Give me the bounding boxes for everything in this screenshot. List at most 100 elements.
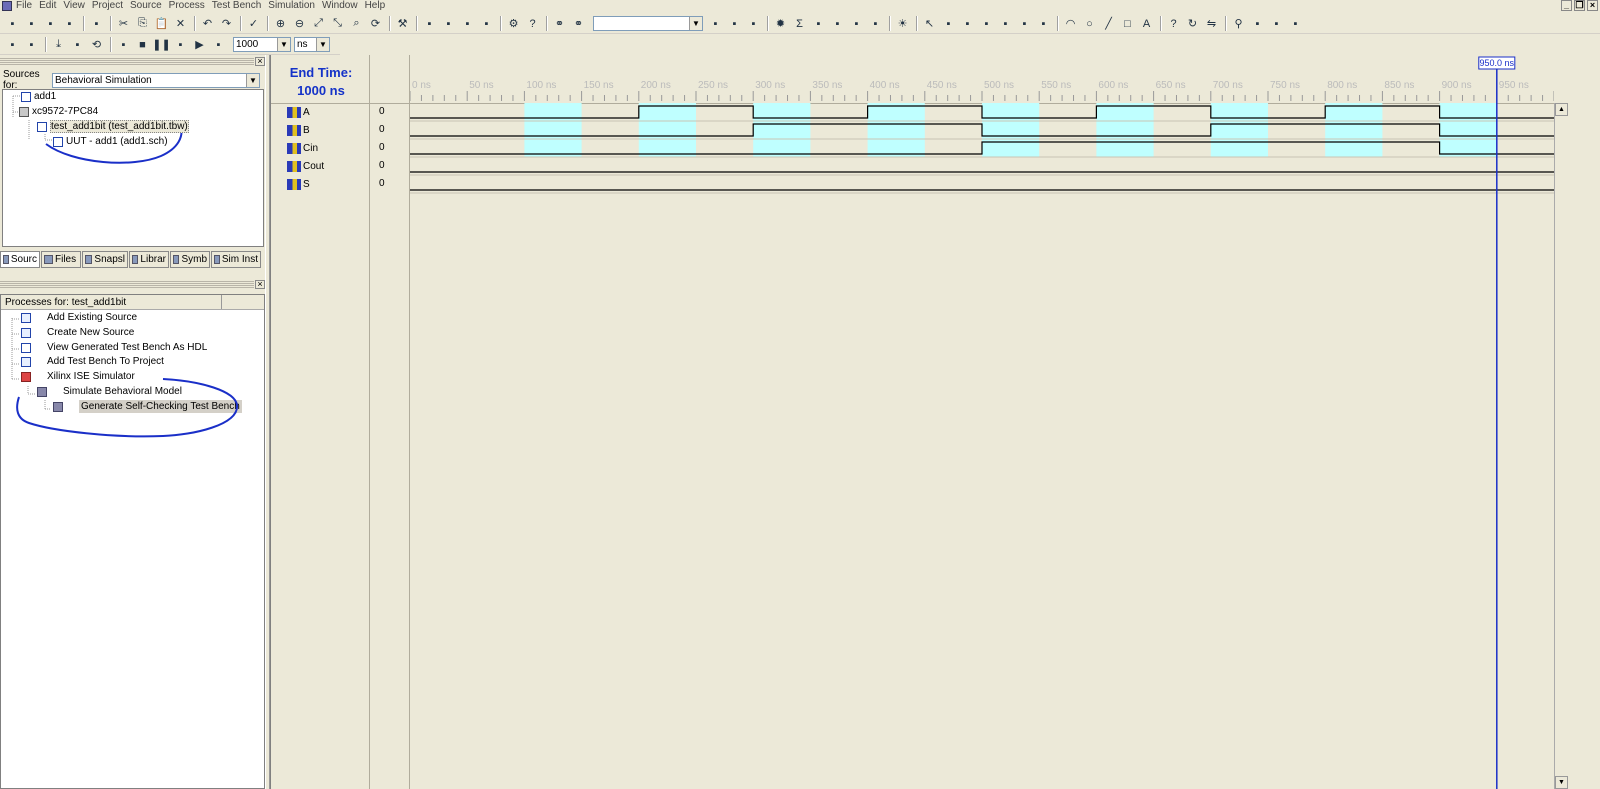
menu-item-project[interactable]: Project bbox=[92, 0, 123, 12]
signal-name[interactable]: S bbox=[287, 175, 310, 193]
processes-panel-grip[interactable] bbox=[0, 281, 254, 289]
menu-item-simulation[interactable]: Simulation bbox=[268, 0, 315, 12]
probe-icon[interactable]: ⚲ bbox=[1230, 16, 1247, 32]
chevron-down-icon[interactable]: ▼ bbox=[689, 17, 702, 30]
net-b-icon[interactable]: ▪ bbox=[829, 16, 846, 32]
net-d-icon[interactable]: ▪ bbox=[867, 16, 884, 32]
signal-name[interactable]: Cout bbox=[287, 157, 324, 175]
menu-item-test-bench[interactable]: Test Bench bbox=[212, 0, 261, 12]
sym-c-icon[interactable]: ▪ bbox=[1287, 16, 1304, 32]
port-icon[interactable]: ▪ bbox=[1016, 16, 1033, 32]
zoom-fit-icon[interactable]: ⤢ bbox=[310, 16, 327, 32]
menu-item-window[interactable]: Window bbox=[322, 0, 358, 12]
net-a-icon[interactable]: ▪ bbox=[810, 16, 827, 32]
question-icon[interactable]: ? bbox=[1165, 16, 1182, 32]
menu-item-edit[interactable]: Edit bbox=[39, 0, 56, 12]
cascade-icon[interactable]: ▪ bbox=[421, 16, 438, 32]
sym-a-icon[interactable]: ▪ bbox=[1249, 16, 1266, 32]
line-icon[interactable]: ╱ bbox=[1100, 16, 1117, 32]
refresh-icon[interactable]: ⟳ bbox=[367, 16, 384, 32]
rect-icon[interactable]: □ bbox=[1119, 16, 1136, 32]
scroll-down-icon[interactable]: ▼ bbox=[1555, 776, 1568, 789]
zoom-full-icon[interactable]: ⤡ bbox=[329, 16, 346, 32]
find-icon[interactable]: ⌕ bbox=[348, 16, 365, 32]
rotate-icon[interactable]: ↻ bbox=[1184, 16, 1201, 32]
zoom-in-icon[interactable]: ⊕ bbox=[272, 16, 289, 32]
label-icon[interactable]: ▪ bbox=[959, 16, 976, 32]
run-for-icon[interactable]: ▪ bbox=[172, 37, 189, 53]
doc-check-icon[interactable]: ▪ bbox=[745, 16, 762, 32]
net-c-icon[interactable]: ▪ bbox=[848, 16, 865, 32]
toolbar-combo[interactable]: ▼ bbox=[593, 16, 703, 31]
menu-item-source[interactable]: Source bbox=[130, 0, 162, 12]
open-icon[interactable]: ▪ bbox=[23, 16, 40, 32]
vertical-scrollbar[interactable]: ▲ ▼ bbox=[1554, 103, 1568, 789]
sim-time-input[interactable]: 1000 ▼ bbox=[233, 37, 291, 52]
bulb-icon[interactable]: ☀ bbox=[894, 16, 911, 32]
run-back-icon[interactable]: ▪ bbox=[115, 37, 132, 53]
stop-icon[interactable]: ■ bbox=[134, 37, 151, 53]
sources-close-icon[interactable]: × bbox=[255, 57, 265, 66]
source-tree-item[interactable]: xc9572-7PC84 bbox=[19, 105, 98, 118]
process-item[interactable]: View Generated Test Bench As HDL bbox=[47, 341, 207, 354]
circle-icon[interactable]: ○ bbox=[1081, 16, 1098, 32]
copy-icon[interactable]: ⎘ bbox=[134, 16, 151, 32]
close-icon[interactable]: × bbox=[1587, 0, 1598, 11]
tab-sim-inst[interactable]: Sim Inst bbox=[211, 251, 261, 268]
pointer-icon[interactable]: ↖ bbox=[921, 16, 938, 32]
wire-icon[interactable]: ▪ bbox=[940, 16, 957, 32]
tab-symb[interactable]: Symb bbox=[170, 251, 210, 268]
menu-item-help[interactable]: Help bbox=[365, 0, 386, 12]
signal-name[interactable]: B bbox=[287, 121, 310, 139]
signal-name[interactable]: A bbox=[287, 103, 310, 121]
paste-icon[interactable]: 📋 bbox=[153, 16, 170, 32]
pause-icon[interactable]: ❚❚ bbox=[152, 37, 170, 53]
process-item[interactable]: Add Test Bench To Project bbox=[47, 355, 164, 368]
sigma-icon[interactable]: Σ bbox=[791, 16, 808, 32]
doc-b-icon[interactable]: ▪ bbox=[726, 16, 743, 32]
process-item[interactable]: Create New Source bbox=[47, 326, 134, 339]
source-tree-item[interactable]: add1 bbox=[21, 90, 56, 103]
delete-icon[interactable]: ✕ bbox=[172, 16, 189, 32]
menu-item-process[interactable]: Process bbox=[169, 0, 205, 12]
step-time-icon[interactable]: ▪ bbox=[210, 37, 227, 53]
text-icon[interactable]: A bbox=[1138, 16, 1155, 32]
redo-icon[interactable]: ↷ bbox=[218, 16, 235, 32]
tile-v-icon[interactable]: ▪ bbox=[459, 16, 476, 32]
tile-h-icon[interactable]: ▪ bbox=[440, 16, 457, 32]
step-over-icon[interactable]: ▪ bbox=[23, 37, 40, 53]
arc-icon[interactable]: ◠ bbox=[1062, 16, 1079, 32]
menu-item-view[interactable]: View bbox=[63, 0, 85, 12]
save-icon[interactable]: ▪ bbox=[42, 16, 59, 32]
new-file-icon[interactable]: ▪ bbox=[4, 16, 21, 32]
chevron-down-icon[interactable]: ▼ bbox=[316, 38, 329, 51]
sources-mode-select[interactable]: Behavioral Simulation ▼ bbox=[52, 72, 260, 88]
sym-b-icon[interactable]: ▪ bbox=[1268, 16, 1285, 32]
minimize-icon[interactable]: _ bbox=[1561, 0, 1572, 11]
tab-sourc[interactable]: Sourc bbox=[0, 251, 40, 268]
step-icon[interactable]: ▪ bbox=[4, 37, 21, 53]
play-icon[interactable]: ▶ bbox=[191, 37, 208, 53]
help-cursor-icon[interactable]: ? bbox=[524, 16, 541, 32]
chevron-down-icon[interactable]: ▼ bbox=[277, 38, 290, 51]
arrow-out-icon[interactable]: ▪ bbox=[1035, 16, 1052, 32]
tab-snapsl[interactable]: Snapsl bbox=[82, 251, 128, 268]
print-icon[interactable]: ▪ bbox=[88, 16, 105, 32]
menu-item-file[interactable]: File bbox=[16, 0, 32, 12]
tab-librar[interactable]: Librar bbox=[129, 251, 169, 268]
process-item[interactable]: Add Existing Source bbox=[47, 311, 137, 324]
binoculars-icon[interactable]: ⚭ bbox=[551, 16, 568, 32]
sources-panel-grip[interactable] bbox=[0, 58, 254, 66]
restore-icon[interactable]: ❐ bbox=[1574, 0, 1585, 11]
processes-close-icon[interactable]: × bbox=[255, 280, 265, 289]
tab-files[interactable]: Files bbox=[41, 251, 81, 268]
bus-icon[interactable]: ▪ bbox=[978, 16, 995, 32]
mirror-icon[interactable]: ⇋ bbox=[1203, 16, 1220, 32]
run-down-icon[interactable]: ⤓ bbox=[50, 37, 67, 53]
signal-name[interactable]: Cin bbox=[287, 139, 318, 157]
doc-a-icon[interactable]: ▪ bbox=[707, 16, 724, 32]
source-tree-item[interactable]: test_add1bit (test_add1bit.tbw) bbox=[37, 120, 189, 133]
sim-time-unit-select[interactable]: ns ▼ bbox=[294, 37, 330, 52]
run-to-icon[interactable]: ▪ bbox=[69, 37, 86, 53]
check-icon[interactable]: ✓ bbox=[245, 16, 262, 32]
